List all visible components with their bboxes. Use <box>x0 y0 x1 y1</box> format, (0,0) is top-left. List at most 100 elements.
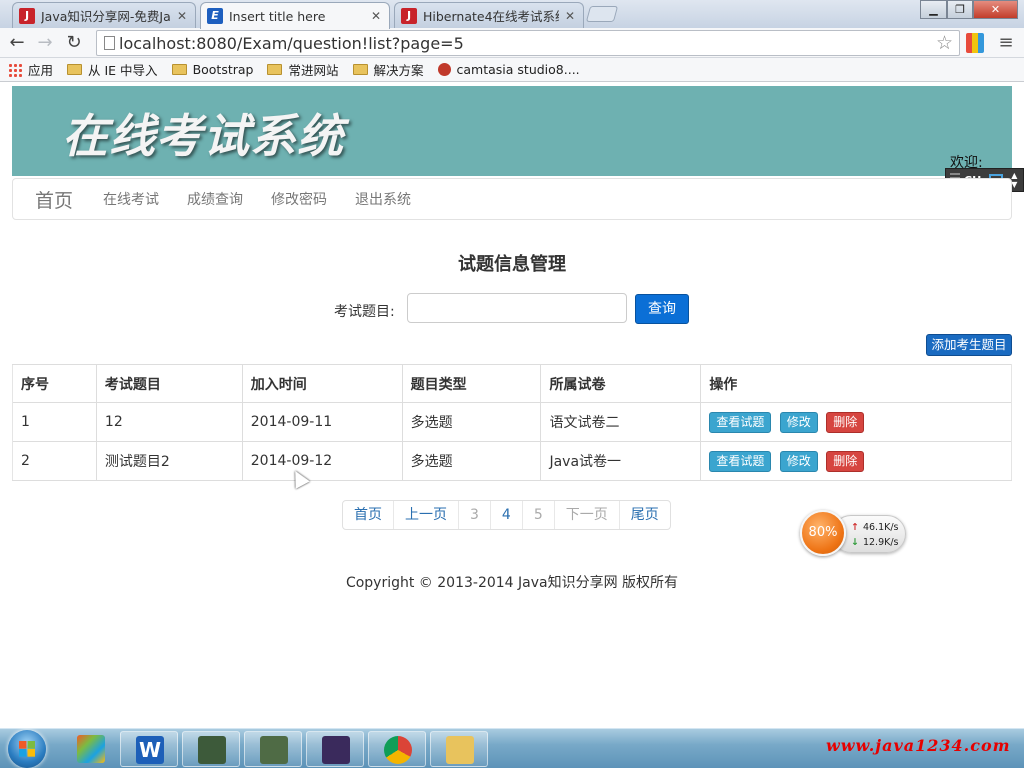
ime-options-icon[interactable]: ▲ ▼ <box>1011 171 1017 189</box>
nav-online-exam[interactable]: 在线考试 <box>103 189 159 209</box>
java-ee-ide-icon <box>322 736 350 764</box>
search-input[interactable] <box>407 293 627 323</box>
edit-button[interactable]: 修改 <box>779 411 818 433</box>
bookmark-folder-ie[interactable]: 从 IE 中导入 <box>67 60 158 79</box>
page-icon <box>104 36 115 50</box>
page-last[interactable]: 尾页 <box>618 501 670 529</box>
browser-tab-insert-title[interactable]: E Insert title here ✕ <box>200 2 390 29</box>
bookmark-folder-bootstrap[interactable]: Bootstrap <box>171 62 253 77</box>
page-next[interactable]: 下一页 <box>553 501 619 529</box>
table-row: 2 测试题目2 2014-09-12 多选题 Java试卷一 查看试题 修改 删… <box>12 441 1012 481</box>
close-icon[interactable]: ✕ <box>563 9 577 23</box>
taskbar-app-3[interactable] <box>182 731 240 767</box>
upload-speed: ↑ 46.1K/s <box>851 522 899 533</box>
site-navbar: 首页 在线考试 成绩查询 修改密码 退出系统 <box>12 178 1012 220</box>
taskbar-eclipse[interactable] <box>306 731 364 767</box>
tab-title: Java知识分享网-免费Java <box>41 9 171 24</box>
taskbar-chrome[interactable] <box>368 731 426 767</box>
taskbar-app-launcher[interactable] <box>62 731 120 767</box>
edit-button[interactable]: 修改 <box>779 450 818 472</box>
bookmark-star-icon[interactable]: ☆ <box>936 32 953 54</box>
bookmark-folder-solutions[interactable]: 解决方案 <box>352 60 424 79</box>
start-button[interactable] <box>2 730 58 768</box>
cell-type: 多选题 <box>401 402 541 442</box>
bookmarks-bar: 应用 从 IE 中导入 Bootstrap 常进网站 解决方案 camtasia… <box>0 58 1024 82</box>
nav-home[interactable]: 首页 <box>35 186 73 213</box>
network-monitor-widget[interactable]: ↑ 46.1K/s ↓ 12.9K/s 80% <box>800 508 908 558</box>
column-header: 加入时间 <box>241 364 403 403</box>
cell-subject: 测试题目2 <box>95 441 243 481</box>
download-speed-value: 12.9K/s <box>862 537 899 548</box>
app-icon <box>260 736 288 764</box>
memory-usage-ball[interactable]: 80% <box>800 510 846 556</box>
bookmark-label: camtasia studio8.... <box>456 62 580 77</box>
column-header: 所属试卷 <box>540 364 701 403</box>
tab-title: Hibernate4在线考试系统 <box>423 9 559 24</box>
taskbar-explorer[interactable] <box>430 731 488 767</box>
maximize-button[interactable]: ❐ <box>947 0 973 19</box>
search-label: 考试题目: <box>334 304 395 320</box>
chrome-icon <box>384 736 412 764</box>
taskbar-wps[interactable]: W <box>120 731 178 767</box>
close-window-button[interactable]: ✕ <box>973 0 1018 19</box>
page-prev[interactable]: 上一页 <box>393 501 458 529</box>
folder-icon <box>171 64 187 75</box>
download-speed: ↓ 12.9K/s <box>851 537 899 548</box>
page-number-current[interactable]: 5 <box>521 501 554 529</box>
tab-title: Insert title here <box>229 8 326 24</box>
nav-score-query[interactable]: 成绩查询 <box>187 189 243 209</box>
nav-logout[interactable]: 退出系统 <box>355 189 411 209</box>
url-input[interactable] <box>119 33 919 53</box>
close-icon[interactable]: ✕ <box>369 9 383 23</box>
bookmark-label: 从 IE 中导入 <box>88 63 158 78</box>
cell-paper: Java试卷一 <box>540 441 701 481</box>
close-icon[interactable]: ✕ <box>175 9 189 23</box>
bookmark-folder-sites[interactable]: 常进网站 <box>267 60 339 79</box>
nav-change-password[interactable]: 修改密码 <box>271 189 327 209</box>
cell-actions: 查看试题 修改 删除 <box>700 402 1012 442</box>
menu-icon[interactable]: ≡ <box>998 32 1014 54</box>
reload-icon[interactable]: ↻ <box>63 32 85 54</box>
question-table: 序号 考试题目 加入时间 题目类型 所属试卷 操作 1 12 2014-09-1… <box>12 364 1012 481</box>
app-launcher-icon <box>77 735 105 763</box>
folder-icon <box>352 64 368 75</box>
folder-icon <box>67 64 83 75</box>
delete-button[interactable]: 删除 <box>826 411 865 433</box>
forward-arrow-icon[interactable]: → <box>34 32 56 54</box>
cell-date: 2014-09-11 <box>241 402 403 442</box>
taskbar-app-4[interactable] <box>244 731 302 767</box>
view-question-button[interactable]: 查看试题 <box>709 411 772 433</box>
browser-toolbar: ← → ↻ ☆ ≡ <box>0 28 1024 58</box>
windows-logo-icon <box>8 730 46 768</box>
column-header: 考试题目 <box>95 364 243 403</box>
pagination: 首页 上一页 3 4 5 下一页 尾页 <box>342 500 671 530</box>
cell-no: 2 <box>12 441 97 481</box>
app-icon <box>198 736 226 764</box>
cell-type: 多选题 <box>401 441 541 481</box>
add-question-button[interactable]: 添加考生题目 <box>926 334 1012 356</box>
down-arrow-icon: ↓ <box>851 537 859 548</box>
extension-icon[interactable] <box>966 33 984 53</box>
cell-subject: 12 <box>95 402 243 442</box>
back-arrow-icon[interactable]: ← <box>6 32 28 54</box>
page-title: 试题信息管理 <box>458 254 566 275</box>
page-number[interactable]: 4 <box>489 501 522 529</box>
view-question-button[interactable]: 查看试题 <box>709 450 772 472</box>
page-number[interactable]: 3 <box>458 501 490 529</box>
bookmark-label: 常进网站 <box>288 63 339 78</box>
address-bar[interactable]: ☆ <box>96 30 960 56</box>
browser-tab-hibernate[interactable]: J Hibernate4在线考试系统 ✕ <box>394 2 584 28</box>
wps-writer-icon: W <box>136 736 164 764</box>
table-row: 1 12 2014-09-11 多选题 语文试卷二 查看试题 修改 删除 <box>12 402 1012 442</box>
delete-button[interactable]: 删除 <box>826 450 865 472</box>
new-tab-button[interactable] <box>585 6 619 22</box>
column-header: 操作 <box>700 364 1012 403</box>
site-banner: 在线考试系统 <box>12 86 1012 176</box>
minimize-button[interactable]: ▁ <box>920 0 947 19</box>
browser-tab-java[interactable]: J Java知识分享网-免费Java ✕ <box>12 2 196 28</box>
bookmark-camtasia[interactable]: camtasia studio8.... <box>437 62 580 77</box>
bookmark-apps[interactable]: 应用 <box>8 60 53 79</box>
page-first[interactable]: 首页 <box>343 501 393 529</box>
folder-icon <box>446 736 474 764</box>
query-button[interactable]: 查询 <box>635 294 689 324</box>
